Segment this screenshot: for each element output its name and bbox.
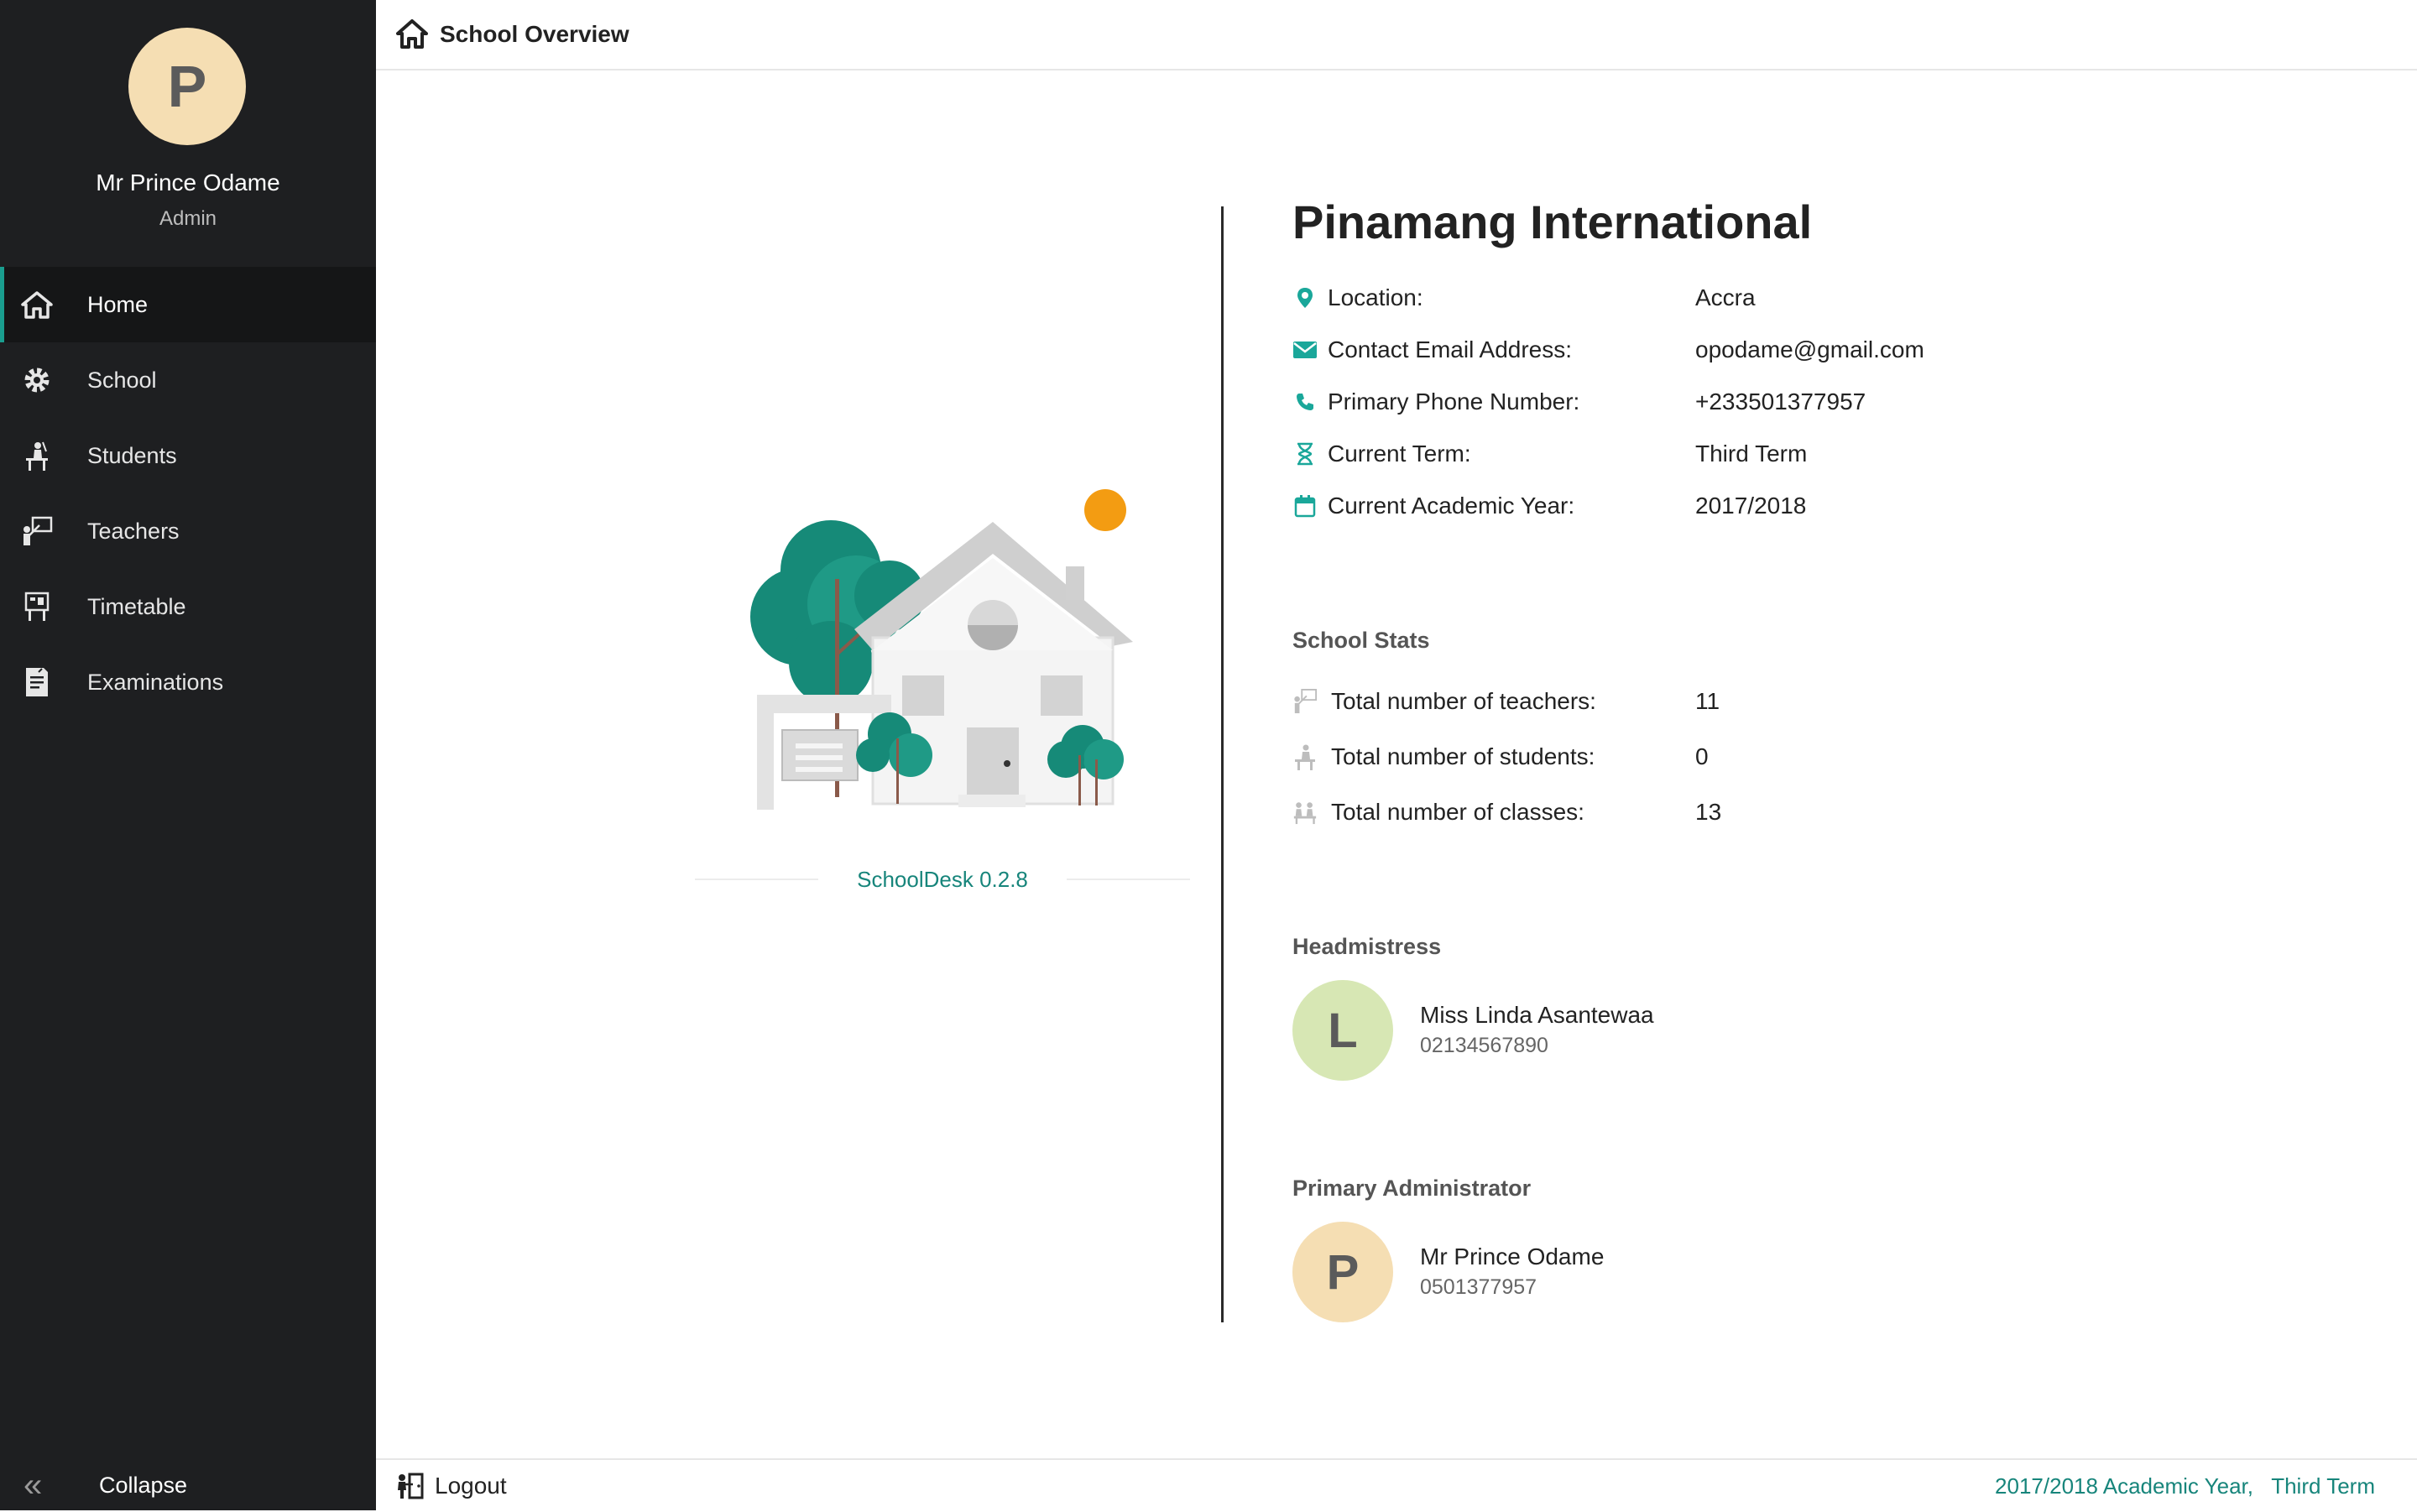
stat-students: Total number of students: 0: [1292, 740, 1709, 774]
stat-value: 0: [1695, 743, 1709, 769]
school-house-illustration: [739, 478, 1141, 831]
home-icon: [396, 18, 428, 49]
calendar-icon: [1292, 493, 1318, 519]
headmistress-phone: 02134567890: [1420, 1034, 1548, 1057]
sidebar-nav: Home School Students Teachers Timetable: [0, 267, 376, 720]
student-icon: [1292, 744, 1318, 770]
detail-value: +233501377957: [1695, 388, 1866, 414]
user-role: Admin: [159, 207, 217, 230]
sidebar-item-teachers[interactable]: Teachers: [0, 493, 376, 569]
academic-status: 2017/2018 Academic Year, Third Term: [1995, 1473, 2375, 1499]
primary-admin-card: P Mr Prince Odame 0501377957: [1292, 1222, 1880, 1322]
collapse-button[interactable]: « Collapse: [0, 1460, 376, 1510]
sidebar-item-examinations[interactable]: Examinations: [0, 644, 376, 720]
logout-button[interactable]: Logout: [394, 1472, 507, 1500]
sidebar-item-label: Examinations: [87, 669, 224, 695]
divider-line: [1066, 879, 1191, 880]
school-name: Pinamang International: [1292, 196, 1813, 248]
avatar: P: [1292, 1222, 1393, 1322]
sidebar-item-label: Students: [87, 442, 177, 468]
sidebar-item-students[interactable]: Students: [0, 418, 376, 493]
stat-value: 11: [1695, 688, 1720, 714]
sidebar-item-label: School: [87, 367, 157, 393]
phone-icon: [1292, 389, 1318, 414]
detail-location: Location: Accra: [1292, 281, 1756, 315]
vertical-divider: [1221, 206, 1224, 1322]
sidebar-item-label: Teachers: [87, 518, 180, 544]
detail-label: Current Term:: [1328, 441, 1471, 467]
detail-value: Third Term: [1695, 441, 1808, 467]
divider-line: [695, 879, 819, 880]
location-pin-icon: [1292, 285, 1318, 310]
teacher-icon: [20, 514, 54, 548]
sidebar-item-label: Timetable: [87, 593, 186, 619]
stat-teachers: Total number of teachers: 11: [1292, 685, 1720, 718]
stat-classes: Total number of classes: 13: [1292, 795, 1721, 829]
school-stats-title: School Stats: [1292, 628, 1430, 653]
detail-value: 2017/2018: [1695, 493, 1807, 519]
sidebar-item-school[interactable]: School: [0, 342, 376, 418]
sidebar: P Mr Prince Odame Admin Home School Stud…: [0, 0, 376, 1510]
detail-term: Current Term: Third Term: [1292, 437, 1807, 471]
headmistress-title: Headmistress: [1292, 934, 1442, 959]
stat-label: Total number of students:: [1331, 743, 1595, 769]
footer-bar: Logout 2017/2018 Academic Year, Third Te…: [376, 1458, 2417, 1512]
stat-value: 13: [1695, 799, 1722, 825]
page-title: School Overview: [440, 21, 629, 47]
primary-admin-name: Mr Prince Odame: [1420, 1243, 1605, 1270]
sidebar-item-label: Home: [87, 291, 149, 317]
sun-icon: [1084, 489, 1126, 531]
hourglass-icon: [1292, 441, 1318, 467]
detail-label: Location:: [1328, 284, 1423, 310]
user-profile: P Mr Prince Odame Admin: [0, 0, 376, 267]
stat-label: Total number of classes:: [1331, 799, 1584, 825]
version-label: SchoolDesk 0.2.8: [857, 866, 1028, 892]
collapse-label: Collapse: [99, 1472, 188, 1498]
top-header: School Overview: [376, 0, 2417, 70]
home-icon: [20, 288, 54, 321]
sidebar-item-home[interactable]: Home: [0, 267, 376, 342]
detail-email: Contact Email Address: opodame@gmail.com: [1292, 333, 1924, 367]
detail-value[interactable]: opodame@gmail.com: [1695, 336, 1924, 363]
detail-academic-year: Current Academic Year: 2017/2018: [1292, 489, 1806, 523]
double-chevron-left-icon: «: [23, 1466, 43, 1504]
avatar: L: [1292, 980, 1393, 1081]
user-name: Mr Prince Odame: [96, 169, 280, 196]
detail-label: Current Academic Year:: [1328, 493, 1575, 519]
detail-label: Contact Email Address:: [1328, 336, 1573, 362]
student-icon: [20, 439, 54, 472]
detail-value: Accra: [1695, 284, 1756, 310]
timetable-icon: [20, 590, 54, 623]
primary-admin-title: Primary Administrator: [1292, 1176, 1532, 1201]
email-icon: [1292, 337, 1318, 362]
teacher-icon: [1292, 689, 1318, 714]
logout-label: Logout: [435, 1473, 507, 1499]
academic-year-status: 2017/2018 Academic Year,: [1995, 1473, 2253, 1499]
examination-icon: [20, 665, 54, 699]
logout-icon: [394, 1472, 426, 1500]
stat-label: Total number of teachers:: [1331, 688, 1596, 714]
headmistress-name: Miss Linda Asantewaa: [1420, 1002, 1654, 1028]
term-status: Third Term: [2271, 1473, 2375, 1499]
primary-admin-phone: 0501377957: [1420, 1275, 1537, 1299]
user-avatar[interactable]: P: [128, 28, 246, 145]
headmistress-card: L Miss Linda Asantewaa 02134567890: [1292, 980, 1880, 1081]
classes-icon: [1292, 800, 1318, 825]
gear-icon: [20, 363, 54, 397]
detail-label: Primary Phone Number:: [1328, 388, 1580, 414]
sidebar-item-timetable[interactable]: Timetable: [0, 569, 376, 644]
detail-phone: Primary Phone Number: +233501377957: [1292, 385, 1866, 419]
app-version: SchoolDesk 0.2.8: [695, 863, 1191, 896]
